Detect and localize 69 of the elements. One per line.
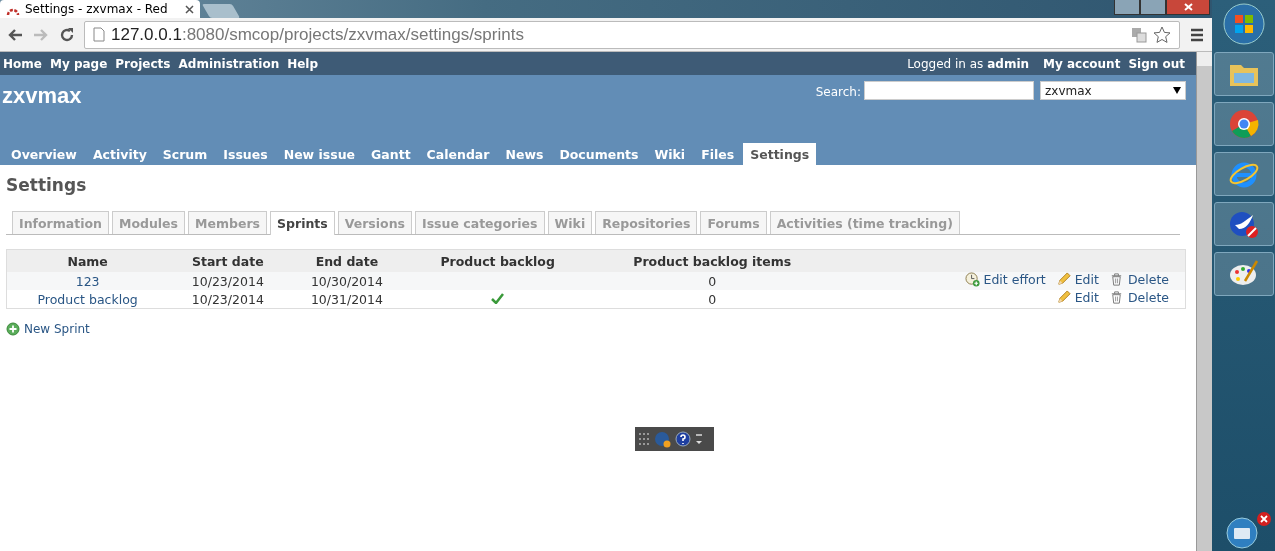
close-icon [1183,3,1193,11]
column-header: End date [287,249,407,272]
table-cell: 10/23/2014 [191,291,264,307]
grip-icon[interactable] [638,432,650,446]
dropdown-caret-icon [1173,87,1181,94]
page-title: Settings [6,175,88,195]
column-header: Start date [168,249,288,272]
taskbar-button[interactable] [1213,202,1274,246]
main-menu-tab[interactable]: News [498,143,551,165]
tab-title: Settings - zxvmax - Red [25,2,169,16]
minimize-button[interactable] [1114,0,1140,15]
main-menu-tab[interactable]: Calendar [419,143,497,165]
account-link[interactable]: My account [1043,56,1121,71]
pencil-icon [1055,290,1071,305]
main-menu-tab[interactable]: Issues [216,143,275,165]
table-cell: 0 [708,273,717,289]
url-text: 127.0.0.1:8080/smcop/projects/zxvmax/settings/sprints [111,24,525,45]
column-header: Product backlog [406,249,589,272]
restore-button[interactable] [1140,0,1166,15]
scrollbar[interactable] [1196,52,1212,551]
table-cell: 0 [708,291,717,307]
close-button[interactable] [1166,0,1210,15]
column-header: Name [6,249,169,272]
main-menu-tab[interactable]: Wiki [647,143,693,165]
main-menu-tab[interactable]: Documents [552,143,646,165]
top-menu-link[interactable]: Home [3,56,42,71]
reload-icon[interactable] [58,25,76,44]
project-title: zxvmax [2,82,83,109]
taskbar-button[interactable] [1213,152,1274,196]
table-cell: 10/31/2014 [310,291,383,307]
new-sprint-link[interactable]: New Sprint [24,322,90,336]
top-menu-link[interactable]: Help [287,56,319,71]
main-menu-tab[interactable]: Settings [743,143,817,165]
taskbar-button[interactable] [1213,252,1274,296]
column-header: Product backlog items [588,249,836,272]
table-cell: 10/23/2014 [191,273,264,289]
top-menu-link[interactable]: Projects [115,56,171,71]
account-link[interactable]: Sign out [1128,56,1185,71]
main-menu-tab[interactable]: New issue [276,143,363,165]
main-menu-tab[interactable]: Overview [4,143,84,165]
section-tab[interactable]: Sprints [270,211,335,235]
table-cell: 10/30/2014 [310,273,383,289]
main-menu-tab[interactable]: Scrum [155,143,215,165]
page-icon [93,27,105,42]
star-icon[interactable] [1153,25,1171,44]
action-link[interactable]: Delete [1127,290,1169,305]
add-icon [6,322,20,336]
main-menu-tab[interactable]: Files [694,143,742,165]
close-icon[interactable] [185,4,194,14]
address-bar[interactable]: 127.0.0.1:8080/smcop/projects/zxvmax/settings/sprints [84,20,1180,49]
action-link[interactable]: Edit effort [983,272,1046,287]
logged-in-text: Logged in as admin [907,56,1030,71]
main-menu-tab[interactable]: Gantt [364,143,418,165]
help-icon[interactable] [675,431,691,447]
start-orb-icon[interactable] [1221,2,1266,46]
action-link[interactable]: Edit [1074,290,1099,305]
options-icon[interactable] [695,432,703,446]
action-link[interactable]: Edit [1074,272,1099,287]
sprint-link[interactable]: Product backlog [37,291,138,307]
project-select[interactable]: zxvmax [1040,81,1186,100]
main-menu-tab[interactable]: Activity [85,143,154,165]
top-menu-link[interactable]: My page [49,56,108,71]
search-label: Search: [815,85,861,99]
search-field[interactable] [864,81,1034,100]
action-link[interactable]: Delete [1127,272,1169,287]
pencil-icon [1055,272,1071,287]
top-menu-link[interactable]: Administration [178,56,280,71]
browser-tab[interactable]: Settings - zxvmax - Red [0,0,200,18]
sprint-link[interactable]: 123 [75,273,100,289]
